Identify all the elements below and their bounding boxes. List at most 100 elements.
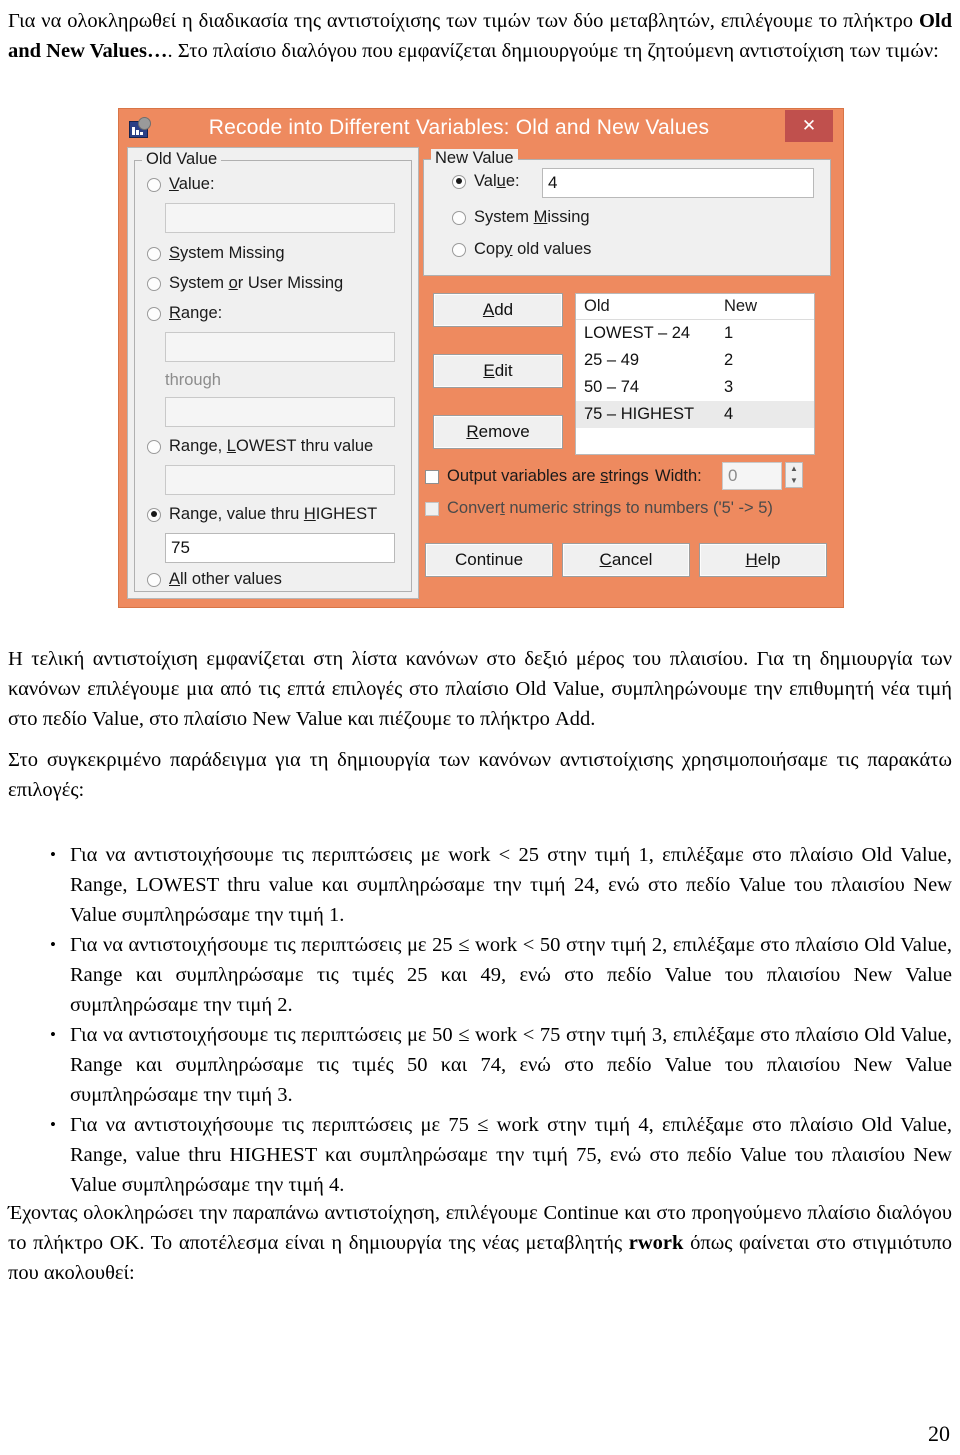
checkbox-icon[interactable] xyxy=(425,501,439,516)
old-value-value-input[interactable] xyxy=(165,203,395,233)
old-value-radio-lowest-thru-value[interactable]: Range, LOWEST thru value xyxy=(147,437,373,456)
old-value-radio-system-missing[interactable]: System Missing xyxy=(147,244,285,263)
new-value-column: New Value Value: 4 System Missing Copy o… xyxy=(419,147,837,599)
new-value-radio-system-missing[interactable]: System Missing xyxy=(452,208,590,227)
closing-text-bold: rwork xyxy=(628,1232,684,1254)
old-value-range-to-input[interactable] xyxy=(165,397,395,427)
bullet-icon: • xyxy=(50,1115,56,1134)
rules-header-old: Old xyxy=(584,297,610,315)
new-value-radio-value[interactable]: Value: xyxy=(452,172,520,191)
rules-header-new: New xyxy=(724,297,758,315)
list-item-text: Για να αντιστοιχήσουμε τις περιπτώσεις μ… xyxy=(70,1114,952,1196)
new-value-groupbox: New Value Value: 4 System Missing Copy o… xyxy=(423,149,831,276)
old-value-radio-value[interactable]: Value: xyxy=(147,175,215,194)
rule-new-value: 2 xyxy=(724,351,734,369)
old-value-groupbox: Old Value Value: System Missing System o… xyxy=(134,150,412,592)
rule-new-value: 3 xyxy=(724,378,734,396)
spss-app-icon xyxy=(129,117,153,139)
width-spinner[interactable]: ▲ ▼ xyxy=(785,462,803,488)
width-label: Width: xyxy=(655,467,702,485)
old-value-radio-range-label: Range: xyxy=(169,304,223,322)
old-value-group-title: Old Value xyxy=(142,150,222,169)
intro-text-part1: Για να ολοκληρωθεί η διαδικασία της αντι… xyxy=(8,10,919,32)
dialog-title: Recode into Different Variables: Old and… xyxy=(208,116,710,139)
options-bullet-list: • Για να αντιστοιχήσουμε τις περιπτώσεις… xyxy=(8,840,952,1200)
explanation-paragraph-1: Η τελική αντιστοίχιση εμφανίζεται στη λί… xyxy=(8,648,952,730)
list-item: • Για να αντιστοιχήσουμε τις περιπτώσεις… xyxy=(8,840,952,930)
list-item: • Για να αντιστοιχήσουμε τις περιπτώσεις… xyxy=(8,1020,952,1110)
output-variables-are-strings-checkbox-row[interactable]: Output variables are strings xyxy=(425,467,649,486)
rule-old-value: 25 – 49 xyxy=(584,351,640,369)
rule-old-value: 50 – 74 xyxy=(584,378,640,396)
closing-paragraph: Έχοντας ολοκληρώσει την παραπάνω αντιστο… xyxy=(8,1198,952,1288)
continue-button-label: Continue xyxy=(454,550,524,569)
old-value-radio-value-thru-highest-label: Range, value thru HIGHEST xyxy=(169,505,378,523)
list-item-text: Για να αντιστοιχήσουμε τις περιπτώσεις μ… xyxy=(70,1024,952,1106)
spss-recode-dialog: Recode into Different Variables: Old and… xyxy=(118,108,844,608)
remove-button[interactable]: Remove xyxy=(433,415,563,449)
chevron-up-icon[interactable]: ▲ xyxy=(786,463,802,475)
checkbox-icon[interactable] xyxy=(425,469,439,484)
cancel-button[interactable]: Cancel xyxy=(562,543,690,577)
old-new-rules-listbox[interactable]: Old New LOWEST – 24 1 25 – 49 2 50 – 74 … xyxy=(575,293,815,455)
list-item-text: Για να αντιστοιχήσουμε τις περιπτώσεις μ… xyxy=(70,844,952,926)
width-input[interactable]: 0 xyxy=(722,462,782,490)
cancel-button-label: Cancel xyxy=(599,550,653,569)
list-item: • Για να αντιστοιχήσουμε τις περιπτώσεις… xyxy=(8,930,952,1020)
radio-icon[interactable] xyxy=(452,174,466,189)
continue-button[interactable]: Continue xyxy=(425,543,553,577)
old-value-lowest-thru-input[interactable] xyxy=(165,465,395,495)
old-value-radio-range[interactable]: Range: xyxy=(147,304,222,323)
radio-icon[interactable] xyxy=(147,572,161,587)
remove-button-label: Remove xyxy=(466,422,530,441)
old-value-radio-all-other-values-label: All other values xyxy=(169,570,282,588)
rule-old-value: 75 – HIGHEST xyxy=(584,405,695,423)
explanation-paragraph-2: Στο συγκεκριμένο παράδειγμα για τη δημιο… xyxy=(8,749,952,801)
table-row[interactable]: 50 – 74 3 xyxy=(576,374,814,401)
radio-icon[interactable] xyxy=(452,242,466,257)
table-row[interactable]: 25 – 49 2 xyxy=(576,347,814,374)
old-value-radio-value-thru-highest[interactable]: Range, value thru HIGHEST xyxy=(147,505,377,524)
old-value-range-from-input[interactable] xyxy=(165,332,395,362)
old-value-panel: Old Value Value: System Missing System o… xyxy=(127,147,419,599)
radio-icon[interactable] xyxy=(147,306,161,321)
close-icon[interactable]: ✕ xyxy=(785,110,833,142)
add-button[interactable]: Add xyxy=(433,293,563,327)
bullet-icon: • xyxy=(50,845,56,864)
list-item-text: Για να αντιστοιχήσουμε τις περιπτώσεις μ… xyxy=(70,934,952,1016)
edit-button[interactable]: Edit xyxy=(433,354,563,388)
convert-numeric-strings-checkbox-row[interactable]: Convert numeric strings to numbers ('5' … xyxy=(425,499,773,518)
old-value-radio-system-or-user-missing[interactable]: System or User Missing xyxy=(147,274,343,293)
new-value-radio-copy-old-values[interactable]: Copy old values xyxy=(452,240,591,259)
old-value-radio-all-other-values[interactable]: All other values xyxy=(147,570,282,589)
rule-new-value: 1 xyxy=(724,324,734,342)
page-number: 20 xyxy=(928,1421,950,1446)
radio-icon[interactable] xyxy=(147,276,161,291)
help-button-label: Help xyxy=(745,550,781,569)
convert-numeric-strings-label: Convert numeric strings to numbers ('5' … xyxy=(447,499,773,517)
dialog-body: Old Value Value: System Missing System o… xyxy=(127,147,837,599)
table-row[interactable]: 75 – HIGHEST 4 xyxy=(576,401,814,428)
radio-icon[interactable] xyxy=(452,210,466,225)
radio-icon[interactable] xyxy=(147,246,161,261)
list-item: • Για να αντιστοιχήσουμε τις περιπτώσεις… xyxy=(8,1110,952,1200)
document-page: Για να ολοκληρωθεί η διαδικασία της αντι… xyxy=(0,0,960,1455)
old-value-value-thru-highest-input[interactable]: 75 xyxy=(165,533,395,563)
new-value-group-title: New Value xyxy=(431,149,518,168)
old-value-radio-system-or-user-missing-label: System or User Missing xyxy=(169,274,344,292)
new-value-value-input[interactable]: 4 xyxy=(542,168,814,198)
old-value-radio-value-label: Value: xyxy=(169,175,215,193)
add-button-label: Add xyxy=(482,300,514,319)
radio-icon[interactable] xyxy=(147,177,161,192)
radio-icon[interactable] xyxy=(147,507,161,522)
new-value-radio-copy-old-values-label: Copy old values xyxy=(474,240,592,258)
new-value-radio-system-missing-label: System Missing xyxy=(474,208,590,226)
new-value-radio-value-label: Value: xyxy=(474,172,520,190)
chevron-down-icon[interactable]: ▼ xyxy=(786,475,802,487)
intro-text-part2: . Στο πλαίσιο διαλόγου που εμφανίζεται δ… xyxy=(167,40,939,62)
help-button[interactable]: Help xyxy=(699,543,827,577)
range-through-label: through xyxy=(165,371,221,389)
rule-old-value: LOWEST – 24 xyxy=(584,324,691,342)
table-row[interactable]: LOWEST – 24 1 xyxy=(576,320,814,347)
radio-icon[interactable] xyxy=(147,439,161,454)
